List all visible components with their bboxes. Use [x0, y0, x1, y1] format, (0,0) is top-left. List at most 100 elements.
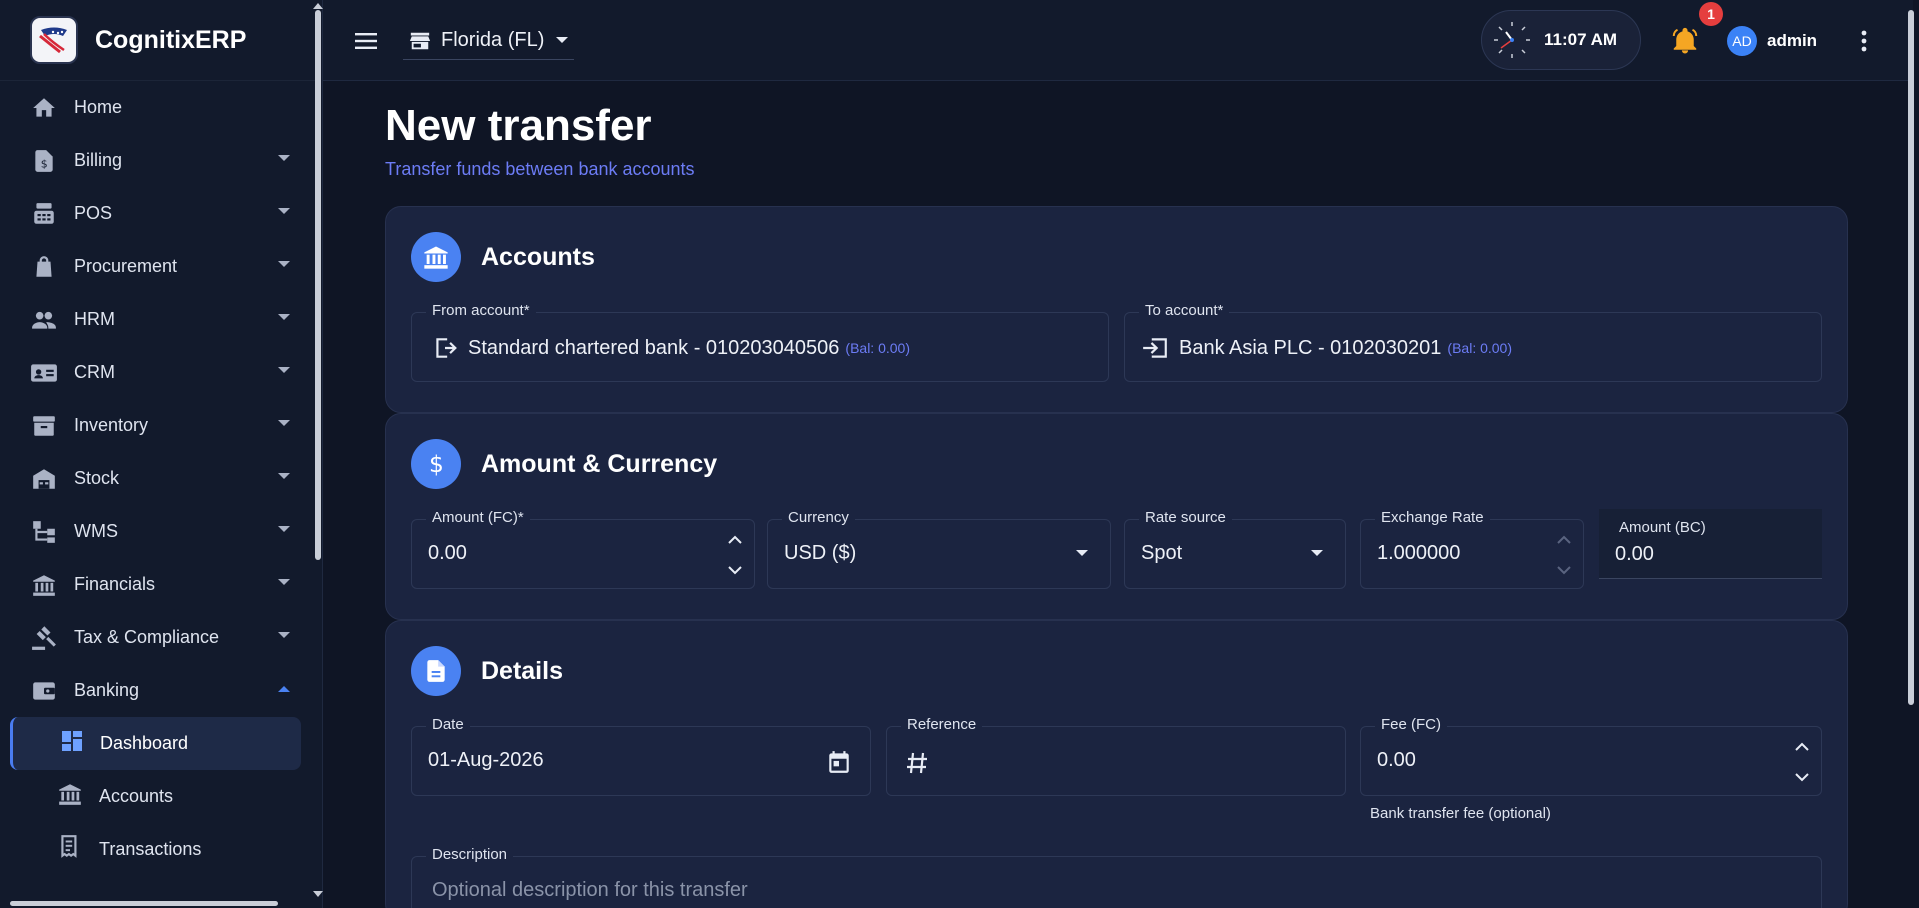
sidebar-item-crm[interactable]: CRM	[0, 346, 316, 399]
field-label: To account*	[1139, 302, 1230, 319]
sidebar-item-label: WMS	[74, 521, 118, 541]
from-account-name: Standard chartered bank - 010203040506	[468, 336, 840, 359]
clock-widget: 11:07 AM	[1481, 10, 1641, 70]
currency-select[interactable]: Currency USD ($)	[767, 509, 1111, 589]
document-icon	[411, 646, 461, 696]
rate-source-select[interactable]: Rate source Spot	[1124, 509, 1346, 589]
sidebar-item-label: Financials	[74, 574, 156, 594]
chevron-down-icon	[278, 632, 290, 638]
sidebar-item-label: POS	[74, 203, 113, 223]
sidebar-item-label: Banking	[74, 680, 140, 700]
store-selector[interactable]: Florida (FL)	[403, 22, 575, 60]
svg-text:$: $	[41, 157, 48, 170]
card-title: Details	[481, 656, 563, 685]
sidebar-item-label: Procurement	[74, 256, 178, 276]
hierarchy-icon	[30, 518, 58, 546]
sidebar-subitem-label: Dashboard	[100, 733, 189, 753]
user-menu[interactable]: AD admin	[1727, 26, 1817, 56]
amount-bc-value: 0.00	[1615, 543, 1654, 565]
calendar-icon[interactable]	[826, 749, 852, 775]
sidebar-scrollbar[interactable]	[315, 10, 321, 560]
to-account-name: Bank Asia PLC - 0102030201	[1179, 336, 1442, 359]
main-scrollbar[interactable]	[1908, 10, 1914, 705]
sidebar-subitem-transactions[interactable]: Transactions	[0, 823, 316, 876]
hash-icon	[907, 752, 927, 774]
brand-logo-icon	[30, 16, 78, 64]
top-bar: Florida (FL) 11:07 AM 1 AD admin	[323, 0, 1913, 81]
reference-input[interactable]: Reference	[886, 716, 1346, 796]
from-account-select[interactable]: From account* Standard chartered bank - …	[411, 302, 1109, 382]
sidebar-nav: Home $ Billing POS Procurement HRM CRM I…	[0, 81, 316, 876]
notification-bell-icon[interactable]	[1670, 26, 1700, 56]
amount-bc-field: Amount (BC) 0.00	[1599, 509, 1822, 579]
shopping-bag-icon	[30, 253, 58, 281]
app-window: CognitixERP Home $ Billing POS Procureme…	[0, 0, 1919, 908]
date-value: 01-Aug-2026	[428, 749, 544, 771]
brand-name: CognitixERP	[95, 25, 247, 54]
field-label: Description	[426, 846, 514, 863]
fee-helper-text: Bank transfer fee (optional)	[1370, 805, 1551, 822]
chevron-down-icon	[278, 155, 290, 161]
accounts-card: Accounts From account* Standard chartere…	[385, 206, 1848, 413]
description-textarea[interactable]: Description Optional description for thi…	[411, 846, 1822, 908]
sidebar-item-stock[interactable]: Stock	[0, 452, 316, 505]
page-subtitle: Transfer funds between bank accounts	[385, 159, 695, 179]
archive-box-icon	[30, 412, 58, 440]
sidebar-item-label: HRM	[74, 309, 115, 329]
amount-fc-input[interactable]: Amount (FC)* 0.00	[411, 509, 755, 589]
chevron-down-icon	[278, 579, 290, 585]
fee-value: 0.00	[1377, 749, 1416, 771]
chevron-down-icon	[278, 261, 290, 267]
number-stepper-icon[interactable]	[726, 530, 744, 580]
sidebar-item-procurement[interactable]: Procurement	[0, 240, 316, 293]
sidebar-subitem-accounts[interactable]: Accounts	[0, 770, 316, 823]
brand[interactable]: CognitixERP	[0, 0, 316, 81]
notification-badge: 1	[1699, 2, 1723, 26]
bank-icon	[57, 781, 83, 812]
store-icon	[409, 32, 431, 49]
chevron-down-icon	[278, 314, 290, 320]
field-label: Currency	[782, 509, 855, 526]
to-account-select[interactable]: To account* Bank Asia PLC - 0102030201 (…	[1124, 302, 1822, 382]
field-label: From account*	[426, 302, 536, 319]
sidebar-item-hrm[interactable]: HRM	[0, 293, 316, 346]
sidebar-item-inventory[interactable]: Inventory	[0, 399, 316, 452]
hamburger-menu-icon[interactable]	[353, 28, 379, 54]
scroll-down-arrow-icon[interactable]	[313, 890, 323, 898]
description-placeholder: Optional description for this transfer	[432, 879, 748, 901]
sidebar-item-wms[interactable]: WMS	[0, 505, 316, 558]
from-account-value: Standard chartered bank - 010203040506 (…	[432, 335, 910, 361]
sidebar-item-label: Stock	[74, 468, 120, 488]
receipt-icon	[57, 834, 83, 865]
chevron-up-icon	[278, 686, 290, 692]
sidebar-item-banking[interactable]: Banking	[0, 664, 316, 717]
sidebar-item-tax-compliance[interactable]: Tax & Compliance	[0, 611, 316, 664]
number-stepper-icon[interactable]	[1555, 530, 1573, 580]
field-label: Reference	[901, 716, 983, 733]
invoice-dollar-icon: $	[30, 147, 58, 175]
register-icon	[30, 200, 58, 228]
date-picker[interactable]: Date 01-Aug-2026	[411, 716, 871, 796]
sidebar-item-home[interactable]: Home	[0, 81, 316, 134]
more-options-icon[interactable]	[1857, 28, 1871, 54]
field-label: Fee (FC)	[1375, 716, 1447, 733]
sidebar-horizontal-scrollbar[interactable]	[10, 901, 278, 906]
chevron-down-icon	[278, 473, 290, 479]
sidebar-subitem-label: Accounts	[99, 786, 174, 806]
sidebar-item-billing[interactable]: $ Billing	[0, 134, 316, 187]
number-stepper-icon[interactable]	[1793, 737, 1811, 787]
sidebar-subitem-dashboard[interactable]: Dashboard	[10, 717, 301, 770]
sidebar-subitem-label: Transactions	[99, 839, 202, 859]
sidebar-item-financials[interactable]: Financials	[0, 558, 316, 611]
field-label: Date	[426, 716, 470, 733]
dashboard-icon	[60, 729, 84, 758]
sidebar-item-pos[interactable]: POS	[0, 187, 316, 240]
svg-text:$: $	[429, 450, 444, 478]
field-label: Exchange Rate	[1375, 509, 1490, 526]
fee-input[interactable]: Fee (FC) 0.00	[1360, 716, 1822, 796]
bank-icon	[411, 232, 461, 282]
scroll-up-arrow-icon[interactable]	[313, 2, 323, 10]
page-title: New transfer	[385, 101, 652, 150]
exchange-rate-input[interactable]: Exchange Rate 1.000000	[1360, 509, 1584, 589]
sidebar-item-label: Home	[74, 97, 123, 117]
